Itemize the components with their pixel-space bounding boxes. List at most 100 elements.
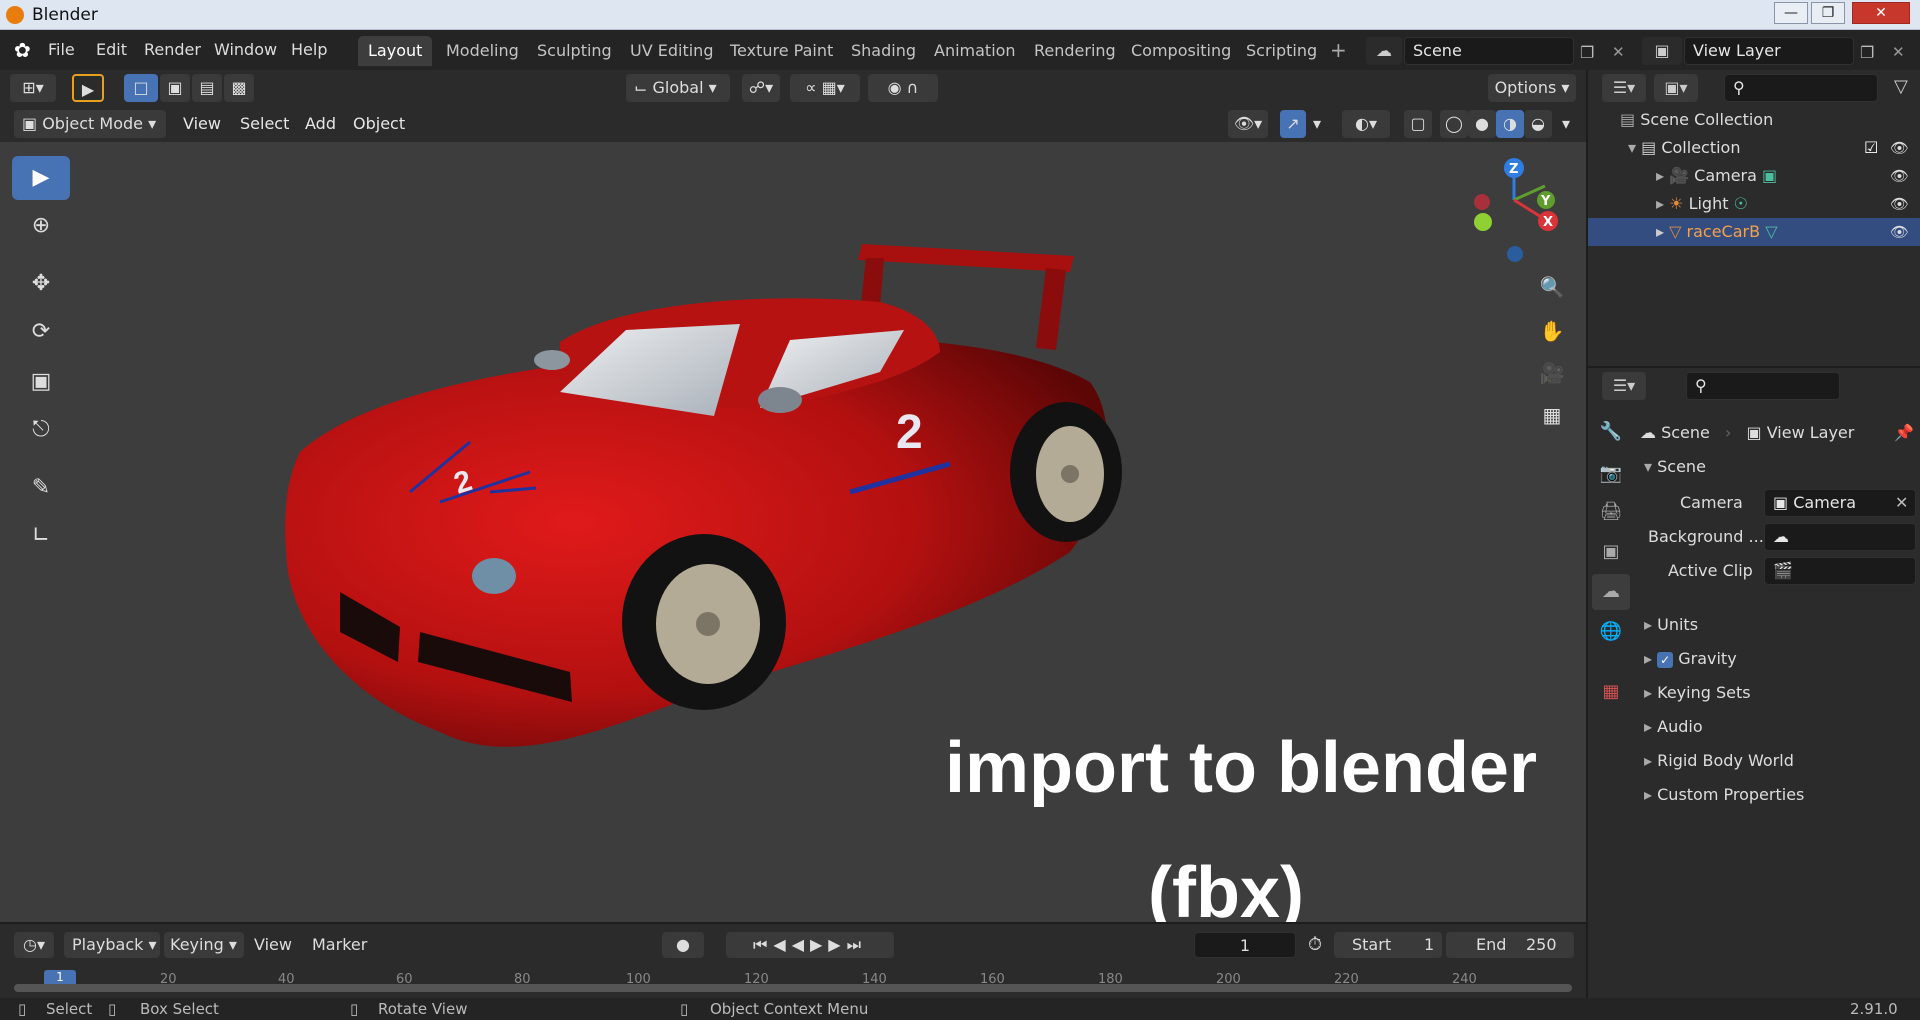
custom-properties-panel-header[interactable]: ▸ Custom Properties	[1640, 778, 1918, 812]
outliner-item-racecarb[interactable]: ▸ ▽ raceCarB ▽ 👁	[1588, 218, 1920, 246]
outliner-item-collection[interactable]: ▾ ▤ Collection ☑ 👁	[1588, 134, 1920, 162]
timeline-menu-view[interactable]: View	[254, 932, 292, 958]
output-properties-tab-icon[interactable]: 🖨	[1592, 494, 1630, 530]
pivot-point-icon[interactable]: ☍▾	[742, 74, 780, 102]
expand-arrow-icon[interactable]: ▸	[1656, 194, 1664, 213]
tab-shading[interactable]: Shading	[841, 36, 926, 66]
mode-extend-icon[interactable]: ▣	[160, 74, 190, 102]
tab-rendering[interactable]: Rendering	[1024, 36, 1126, 66]
rotate-tool-icon[interactable]: ⟳	[12, 310, 70, 354]
units-panel-header[interactable]: ▸ Units	[1640, 608, 1918, 642]
3d-viewport[interactable]: 2 2 Z Y X import to blender (fbx) 🔍 ✋ 🎥 …	[0, 142, 1586, 933]
scale-tool-icon[interactable]: ▣	[12, 360, 70, 404]
keying-dropdown[interactable]: Keying ▾	[164, 932, 244, 958]
tab-animation[interactable]: Animation	[924, 36, 1026, 66]
shading-dropdown-icon[interactable]: ▾	[1554, 110, 1578, 138]
outliner-search-input[interactable]: ⚲	[1724, 74, 1878, 102]
scene-name-field[interactable]: Scene	[1404, 37, 1574, 65]
visibility-dropdown-icon[interactable]: 👁▾	[1228, 110, 1268, 138]
view-layer-name-field[interactable]: View Layer	[1684, 37, 1854, 65]
tab-modeling[interactable]: Modeling	[436, 36, 529, 66]
xray-toggle-icon[interactable]: ▢	[1404, 110, 1432, 138]
viewport-menu-add[interactable]: Add	[305, 114, 336, 133]
zoom-icon[interactable]: 🔍	[1535, 270, 1569, 304]
collection-checkbox[interactable]: ☑	[1864, 134, 1878, 162]
filter-icon[interactable]: ▽	[1894, 76, 1908, 97]
auto-keying-record-icon[interactable]: ●	[662, 932, 704, 958]
move-tool-icon[interactable]: ✥	[12, 262, 70, 306]
perspective-grid-icon[interactable]: ▦	[1535, 398, 1569, 432]
mode-subtract-icon[interactable]: ▤	[192, 74, 222, 102]
editor-type-icon[interactable]: ⊞▾	[10, 74, 56, 102]
shading-wireframe-icon[interactable]: ◯	[1440, 110, 1468, 138]
playback-controls[interactable]: ⏮◀◀▶▶⏭	[726, 932, 894, 958]
copy-scene-icon[interactable]: ❐	[1580, 43, 1594, 62]
shading-rendered-icon[interactable]: ◒	[1524, 110, 1552, 138]
remove-view-layer-icon[interactable]: ✕	[1892, 43, 1905, 61]
maximize-button[interactable]: ❐	[1811, 2, 1845, 24]
menu-edit[interactable]: Edit	[96, 30, 127, 70]
cursor-tool-icon[interactable]: ⊕	[12, 204, 70, 248]
gravity-panel-header[interactable]: ▸ ✓ Gravity	[1640, 642, 1918, 676]
timeline-menu-marker[interactable]: Marker	[312, 932, 367, 958]
world-properties-tab-icon[interactable]: 🌐	[1592, 614, 1630, 650]
camera-property-field[interactable]: ▣ Camera ✕	[1764, 489, 1916, 517]
measure-tool-icon[interactable]: ∟	[12, 514, 70, 558]
tab-uv-editing[interactable]: UV Editing	[620, 36, 723, 66]
close-window-button[interactable]: ✕	[1852, 2, 1910, 24]
eye-icon[interactable]: 👁	[1890, 134, 1909, 162]
gravity-checkbox[interactable]: ✓	[1657, 652, 1674, 668]
eye-icon[interactable]: 👁	[1890, 190, 1909, 218]
add-workspace-icon[interactable]: +	[1330, 30, 1347, 70]
options-dropdown[interactable]: Options ▾	[1488, 74, 1576, 102]
expand-arrow-icon[interactable]: ▸	[1656, 166, 1664, 185]
annotate-tool-icon[interactable]: ✎	[12, 466, 70, 510]
keying-sets-panel-header[interactable]: ▸ Keying Sets	[1640, 676, 1918, 710]
properties-editor-type-icon[interactable]: ☰▾	[1602, 372, 1646, 400]
select-box-tool-icon[interactable]: ▶	[12, 156, 70, 200]
texture-properties-tab-icon[interactable]: ▦	[1592, 674, 1630, 710]
shading-solid-icon[interactable]: ●	[1468, 110, 1496, 138]
camera-view-icon[interactable]: 🎥	[1535, 356, 1569, 390]
outliner-item-light[interactable]: ▸ ☀ Light ☉ 👁	[1588, 190, 1920, 218]
mode-invert-icon[interactable]: ▩	[224, 74, 254, 102]
view-layer-selector-icon[interactable]: ▣	[1642, 37, 1682, 65]
transform-tool-icon[interactable]: ⎋	[12, 408, 70, 452]
snap-icon[interactable]: ∝ ▦▾	[790, 74, 860, 102]
expand-arrow-icon[interactable]: ▸	[1656, 222, 1664, 241]
clear-camera-icon[interactable]: ✕	[1895, 490, 1908, 516]
mode-new-icon[interactable]: □	[124, 74, 158, 102]
outliner-item-camera[interactable]: ▸ 🎥 Camera ▣ 👁	[1588, 162, 1920, 190]
viewport-menu-view[interactable]: View	[183, 114, 221, 133]
copy-view-layer-icon[interactable]: ❐	[1860, 43, 1874, 62]
tab-texture-paint[interactable]: Texture Paint	[720, 36, 843, 66]
rigid-body-world-panel-header[interactable]: ▸ Rigid Body World	[1640, 744, 1918, 778]
remove-scene-icon[interactable]: ✕	[1612, 43, 1625, 61]
properties-search-input[interactable]: ⚲	[1686, 372, 1840, 400]
display-mode-icon[interactable]: ▣▾	[1654, 74, 1698, 102]
menu-file[interactable]: File	[48, 30, 75, 70]
eye-icon[interactable]: 👁	[1890, 162, 1909, 190]
blender-menu-icon[interactable]: ✿	[14, 30, 31, 70]
timeline-editor-type-icon[interactable]: ◷▾	[14, 932, 54, 958]
outliner-item-scene-collection[interactable]: ▤ Scene Collection	[1588, 106, 1920, 134]
eye-icon[interactable]: 👁	[1890, 218, 1909, 246]
tab-layout[interactable]: Layout	[358, 36, 433, 66]
gizmo-toggle-icon[interactable]: ↗	[1280, 110, 1306, 138]
pin-icon[interactable]: 📌	[1894, 416, 1914, 450]
tab-sculpting[interactable]: Sculpting	[527, 36, 622, 66]
menu-window[interactable]: Window	[214, 30, 277, 70]
tab-scripting[interactable]: Scripting	[1236, 36, 1327, 66]
active-clip-field[interactable]: 🎬	[1764, 557, 1916, 585]
object-mode-dropdown[interactable]: ▣ Object Mode ▾	[14, 110, 166, 138]
viewport-menu-select[interactable]: Select	[240, 114, 289, 133]
pan-hand-icon[interactable]: ✋	[1535, 314, 1569, 348]
outliner-editor-type-icon[interactable]: ☰▾	[1602, 74, 1646, 102]
select-tool-icon[interactable]: ▶	[72, 74, 104, 102]
start-frame-field[interactable]: Start 1	[1334, 932, 1442, 958]
menu-help[interactable]: Help	[291, 30, 327, 70]
expand-arrow-icon[interactable]: ▾	[1628, 138, 1636, 157]
navigation-gizmo[interactable]: Z Y X	[1474, 158, 1558, 262]
view-layer-properties-tab-icon[interactable]: ▣	[1592, 534, 1630, 570]
end-frame-field[interactable]: End 250	[1446, 932, 1574, 958]
